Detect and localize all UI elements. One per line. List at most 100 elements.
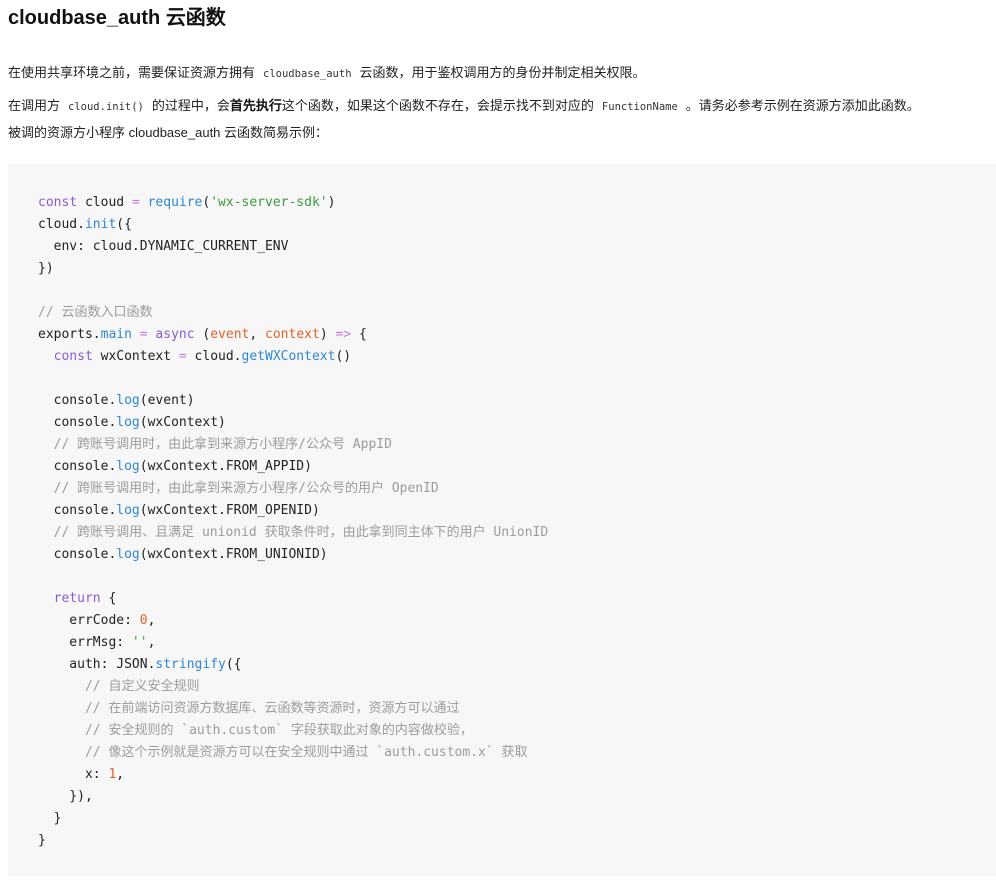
inline-code: FunctionName	[601, 101, 678, 113]
intro-paragraph: 在使用共享环境之前，需要保证资源方拥有 cloudbase_auth 云函数，用于鉴…	[8, 60, 988, 87]
code-line: errMsg: '',	[38, 632, 996, 654]
code-token: (wxContext.FROM_UNIONID)	[139, 547, 328, 562]
code-comment: // 跨账号调用、且满足 unionid 获取条件时，由此拿到同主体下的用户 U…	[38, 525, 549, 540]
code-token: errCode:	[38, 613, 140, 628]
code-token: console.	[38, 415, 117, 430]
code-token: main	[100, 327, 132, 342]
code-token: init	[84, 217, 117, 232]
code-comment: // 像这个示例就是资源方可以在安全规则中通过 `auth.custom.x` …	[38, 745, 528, 760]
code-token: stringify	[155, 657, 226, 672]
code-line: })	[38, 261, 54, 276]
code-token: log	[116, 547, 140, 562]
text-span: 云函数，用于鉴权调用方的身份并制定相关权限。	[359, 65, 646, 80]
code-token: 0	[139, 613, 148, 628]
code-line: console.log(wxContext.FROM_APPID)	[38, 456, 996, 478]
code-comment: // 安全规则的 `auth.custom` 字段获取此对象的内容做校验，	[38, 723, 473, 738]
code-token: ({	[116, 217, 132, 232]
code-line: return {	[38, 588, 996, 610]
code-comment: // 云函数入口函数	[38, 305, 153, 320]
code-token: 'wx-server-sdk'	[210, 195, 328, 210]
code-token: (wxContext.FROM_APPID)	[139, 459, 312, 474]
code-token: console.	[38, 459, 117, 474]
code-comment: // 跨账号调用时，由此拿到来源方小程序/公众号 AppID	[38, 437, 392, 452]
code-token: (wxContext.FROM_OPENID)	[139, 503, 320, 518]
code-token: auth: JSON.	[38, 657, 156, 672]
code-line: const wxContext = cloud.getWXContext()	[38, 346, 996, 368]
code-line: x: 1,	[38, 764, 996, 786]
code-line: console.log(wxContext.FROM_OPENID)	[38, 500, 996, 522]
code-token: ''	[131, 635, 148, 650]
code-token: log	[116, 415, 140, 430]
code-block[interactable]: const cloud = require('wx-server-sdk') cl…	[8, 164, 996, 876]
code-token: cloud.	[186, 349, 242, 364]
code-line: }	[38, 833, 46, 848]
code-comment: // 在前端访问资源方数据库、云函数等资源时，资源方可以通过	[38, 701, 460, 716]
example-caption: 被调的资源方小程序 cloudbase_auth 云函数简易示例：	[8, 125, 329, 140]
code-line: exports.main = async (event, context) =>…	[38, 324, 996, 346]
code-token: )	[327, 195, 336, 210]
code-line: auth: JSON.stringify({	[38, 654, 996, 676]
code-token: require	[139, 195, 203, 210]
code-line: errCode: 0,	[38, 610, 996, 632]
text-span: 的过程中，会	[151, 98, 230, 113]
code-line: env: cloud.DYNAMIC_CURRENT_ENV	[38, 239, 289, 254]
code-token: =	[131, 327, 156, 342]
inline-code: cloudbase_auth	[263, 68, 352, 80]
code-token: async	[155, 327, 195, 342]
code-line: const cloud = require('wx-server-sdk')	[38, 192, 996, 214]
code-token: ,	[147, 635, 156, 650]
code-token: getWXContext	[241, 349, 336, 364]
code-token: const	[38, 195, 78, 210]
text-span: 。请务必参考示例在资源方添加此函数。	[685, 98, 920, 113]
code-token: =>	[335, 327, 352, 342]
code-line: cloud.init({	[38, 214, 996, 236]
text-span: 在使用共享环境之前，需要保证资源方拥有	[8, 65, 256, 80]
code-token: exports.	[38, 327, 101, 342]
code-line: }	[38, 811, 62, 826]
code-line: console.log(event)	[38, 390, 996, 412]
code-line: }),	[38, 789, 93, 804]
code-comment: // 自定义安全规则	[38, 679, 200, 694]
code-token: {	[351, 327, 367, 342]
doc-content: cloudbase_auth 云函数 在使用共享环境之前，需要保证资源方拥有 cl…	[0, 0, 996, 876]
code-line: console.log(wxContext)	[38, 412, 996, 434]
code-token: console.	[38, 547, 117, 562]
code-token: (wxContext)	[139, 415, 226, 430]
code-token: log	[116, 393, 140, 408]
text-span: 这个函数，如果这个函数不存在，会提示找不到对应的	[281, 98, 594, 113]
code-token: context	[265, 327, 320, 342]
code-token: return	[38, 591, 101, 606]
code-token: ()	[335, 349, 352, 364]
code-token: ,	[147, 613, 156, 628]
inline-code: cloud.init()	[68, 101, 144, 113]
bold-text: 首先执行	[229, 98, 282, 113]
code-token: {	[100, 591, 117, 606]
text-span: 在调用方	[8, 98, 61, 113]
code-token: )	[319, 327, 336, 342]
code-token: ({	[225, 657, 242, 672]
code-token: console.	[38, 503, 117, 518]
page-title: cloudbase_auth 云函数	[8, 7, 226, 29]
code-token: x:	[38, 767, 109, 782]
note-paragraph: 在调用方 cloud.init() 的过程中，会首先执行这个函数，如果这个函数不存在…	[8, 93, 988, 120]
code-token: ,	[116, 767, 125, 782]
code-token: (	[194, 327, 211, 342]
code-token: log	[116, 459, 140, 474]
code-token: errMsg:	[38, 635, 132, 650]
code-token: console.	[38, 393, 117, 408]
code-token: =	[178, 349, 187, 364]
code-comment: // 跨账号调用时，由此拿到来源方小程序/公众号的用户 OpenID	[38, 481, 439, 496]
code-token: cloud.	[38, 217, 85, 232]
code-token: (event)	[139, 393, 195, 408]
code-token: log	[116, 503, 140, 518]
code-line: console.log(wxContext.FROM_UNIONID)	[38, 544, 996, 566]
code-token: wxContext	[92, 349, 179, 364]
code-token: event	[210, 327, 250, 342]
code-token: const	[38, 349, 93, 364]
code-token: =	[131, 195, 140, 210]
code-token: cloud	[77, 195, 132, 210]
code-token: ,	[249, 327, 266, 342]
